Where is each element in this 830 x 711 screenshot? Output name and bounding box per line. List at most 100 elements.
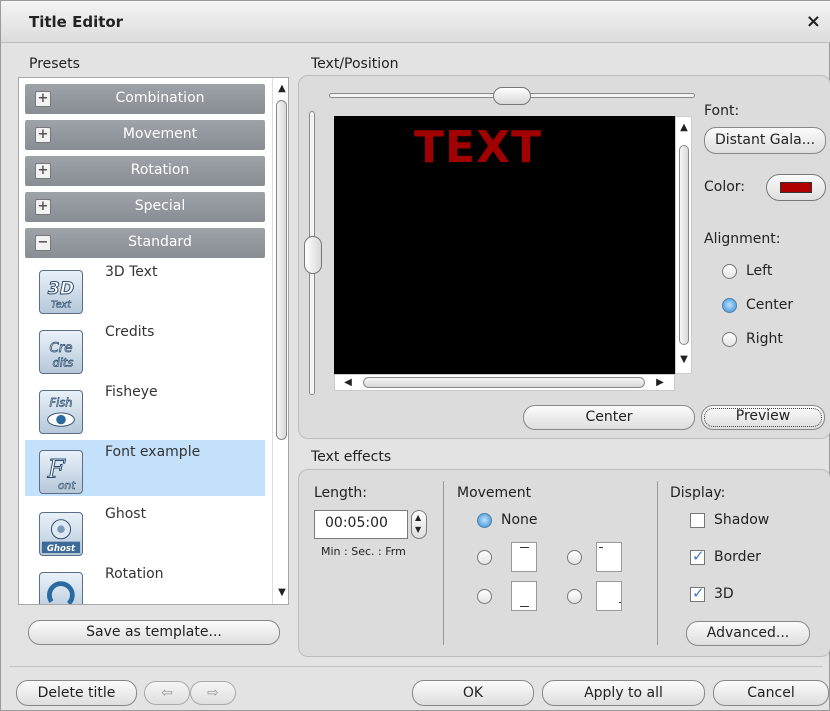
movement-label: Movement [457, 485, 532, 501]
shadow-checkbox[interactable] [690, 513, 705, 528]
arrow-left-icon: ⇦ [161, 685, 173, 701]
category-combination[interactable]: + Combination [25, 84, 265, 114]
delete-title-button[interactable]: Delete title [16, 680, 137, 706]
title-bar: Title Editor × [1, 1, 830, 43]
category-standard[interactable]: − Standard [25, 228, 265, 258]
display-label: Display: [670, 485, 726, 501]
align-right-label: Right [746, 331, 783, 347]
preset-fisheye[interactable]: Fish Fisheye [25, 380, 265, 438]
stepper-down-icon[interactable]: ▼ [415, 525, 421, 534]
align-left-label: Left [746, 263, 773, 279]
category-label: Movement [122, 126, 198, 142]
text-position-label: Text/Position [311, 56, 399, 72]
preview-button[interactable]: Preview [701, 405, 825, 430]
save-as-template-button[interactable]: Save as template... [28, 620, 280, 645]
border-checkbox[interactable] [690, 547, 705, 565]
movement-top-radio[interactable] [477, 550, 492, 565]
preview-horizontal-scrollbar[interactable]: ◀ ▶ [334, 374, 675, 391]
expand-icon[interactable]: + [35, 127, 51, 143]
movement-top-preview [511, 542, 537, 572]
3d-label: 3D [714, 586, 734, 602]
movement-bottom-right-radio[interactable] [567, 589, 582, 604]
scroll-up-icon[interactable]: ▲ [677, 121, 691, 135]
color-label: Color: [704, 179, 746, 195]
previous-title-button[interactable]: ⇦ [144, 681, 190, 705]
length-stepper[interactable]: ▲ ▼ [411, 510, 427, 539]
movement-bottom-right-preview [596, 581, 622, 611]
scroll-right-icon[interactable]: ▶ [653, 376, 667, 390]
movement-bottom-radio[interactable] [477, 589, 492, 604]
preset-font-example[interactable]: Font Font example [25, 440, 265, 496]
category-label: Combination [115, 90, 205, 106]
ok-button[interactable]: OK [412, 680, 534, 706]
movement-none-label: None [501, 512, 538, 528]
presets-list: + Combination + Movement + Rotation + Sp… [18, 77, 289, 605]
expand-icon[interactable]: + [35, 91, 51, 107]
preview-vertical-scrollbar[interactable]: ▲ ▼ [675, 116, 692, 374]
rotation-icon [39, 572, 83, 604]
category-rotation[interactable]: + Rotation [25, 156, 265, 186]
3d-text-icon: 3D Text [39, 270, 83, 314]
align-left-radio[interactable] [722, 264, 737, 279]
scroll-down-icon[interactable]: ▼ [275, 586, 288, 600]
color-picker-button[interactable] [766, 174, 826, 201]
font-select-button[interactable]: Distant Gala... [704, 127, 826, 154]
movement-bottom-preview [511, 581, 537, 611]
vertical-slider-handle[interactable] [304, 236, 322, 274]
preview-text[interactable]: TEXT [414, 122, 542, 173]
font-label: Font: [704, 103, 740, 119]
align-right-radio[interactable] [722, 332, 737, 347]
horizontal-slider-handle[interactable] [493, 87, 531, 105]
category-movement[interactable]: + Movement [25, 120, 265, 150]
category-label: Standard [128, 234, 192, 250]
preset-label: Ghost [105, 506, 147, 522]
category-label: Special [134, 198, 186, 214]
expand-icon[interactable]: + [35, 199, 51, 215]
scrollbar-thumb[interactable] [276, 100, 287, 440]
svg-text:ont: ont [58, 480, 76, 492]
presets-scrollbar[interactable]: ▲ ▼ [272, 78, 288, 604]
length-label: Length: [314, 485, 368, 501]
divider [657, 481, 658, 645]
presets-label: Presets [29, 56, 80, 72]
alignment-label: Alignment: [704, 231, 781, 247]
footer-divider [9, 666, 823, 667]
scroll-up-icon[interactable]: ▲ [275, 82, 288, 96]
scroll-left-icon[interactable]: ◀ [341, 376, 355, 390]
shadow-label: Shadow [714, 512, 770, 528]
apply-to-all-button[interactable]: Apply to all [542, 680, 705, 706]
scrollbar-thumb[interactable] [363, 377, 645, 388]
next-title-button[interactable]: ⇨ [190, 681, 236, 705]
stepper-up-icon[interactable]: ▲ [415, 513, 421, 522]
movement-top-right-radio[interactable] [567, 550, 582, 565]
movement-none-radio[interactable] [477, 513, 492, 528]
svg-text:dits: dits [52, 355, 73, 369]
expand-icon[interactable]: + [35, 163, 51, 179]
close-icon[interactable]: × [806, 11, 821, 32]
align-center-label: Center [746, 297, 794, 313]
center-button[interactable]: Center [523, 405, 695, 430]
3d-checkbox[interactable] [690, 584, 705, 602]
preset-label: 3D Text [105, 264, 158, 280]
category-special[interactable]: + Special [25, 192, 265, 222]
credits-icon: Cre dits [39, 330, 83, 374]
border-label: Border [714, 549, 761, 565]
color-swatch [780, 182, 812, 193]
text-preview-canvas[interactable]: TEXT [334, 116, 675, 374]
category-label: Rotation [130, 162, 190, 178]
cancel-button[interactable]: Cancel [713, 680, 829, 706]
align-center-radio[interactable] [722, 298, 737, 313]
scrollbar-thumb[interactable] [679, 145, 689, 345]
scroll-down-icon[interactable]: ▼ [677, 353, 691, 367]
length-input[interactable]: 00:05:00 [314, 510, 408, 539]
advanced-button[interactable]: Advanced... [686, 621, 810, 646]
preset-rotation[interactable]: Rotation [25, 562, 265, 604]
fisheye-icon: Fish [39, 390, 83, 434]
preset-label: Credits [105, 324, 155, 340]
text-effects-label: Text effects [311, 449, 392, 465]
preset-ghost[interactable]: Ghost Ghost [25, 502, 265, 560]
preset-3d-text[interactable]: 3D Text 3D Text [25, 260, 265, 318]
length-hint: Min : Sec. : Frm [321, 545, 406, 558]
preset-credits[interactable]: Cre dits Credits [25, 320, 265, 378]
collapse-icon[interactable]: − [35, 235, 51, 251]
